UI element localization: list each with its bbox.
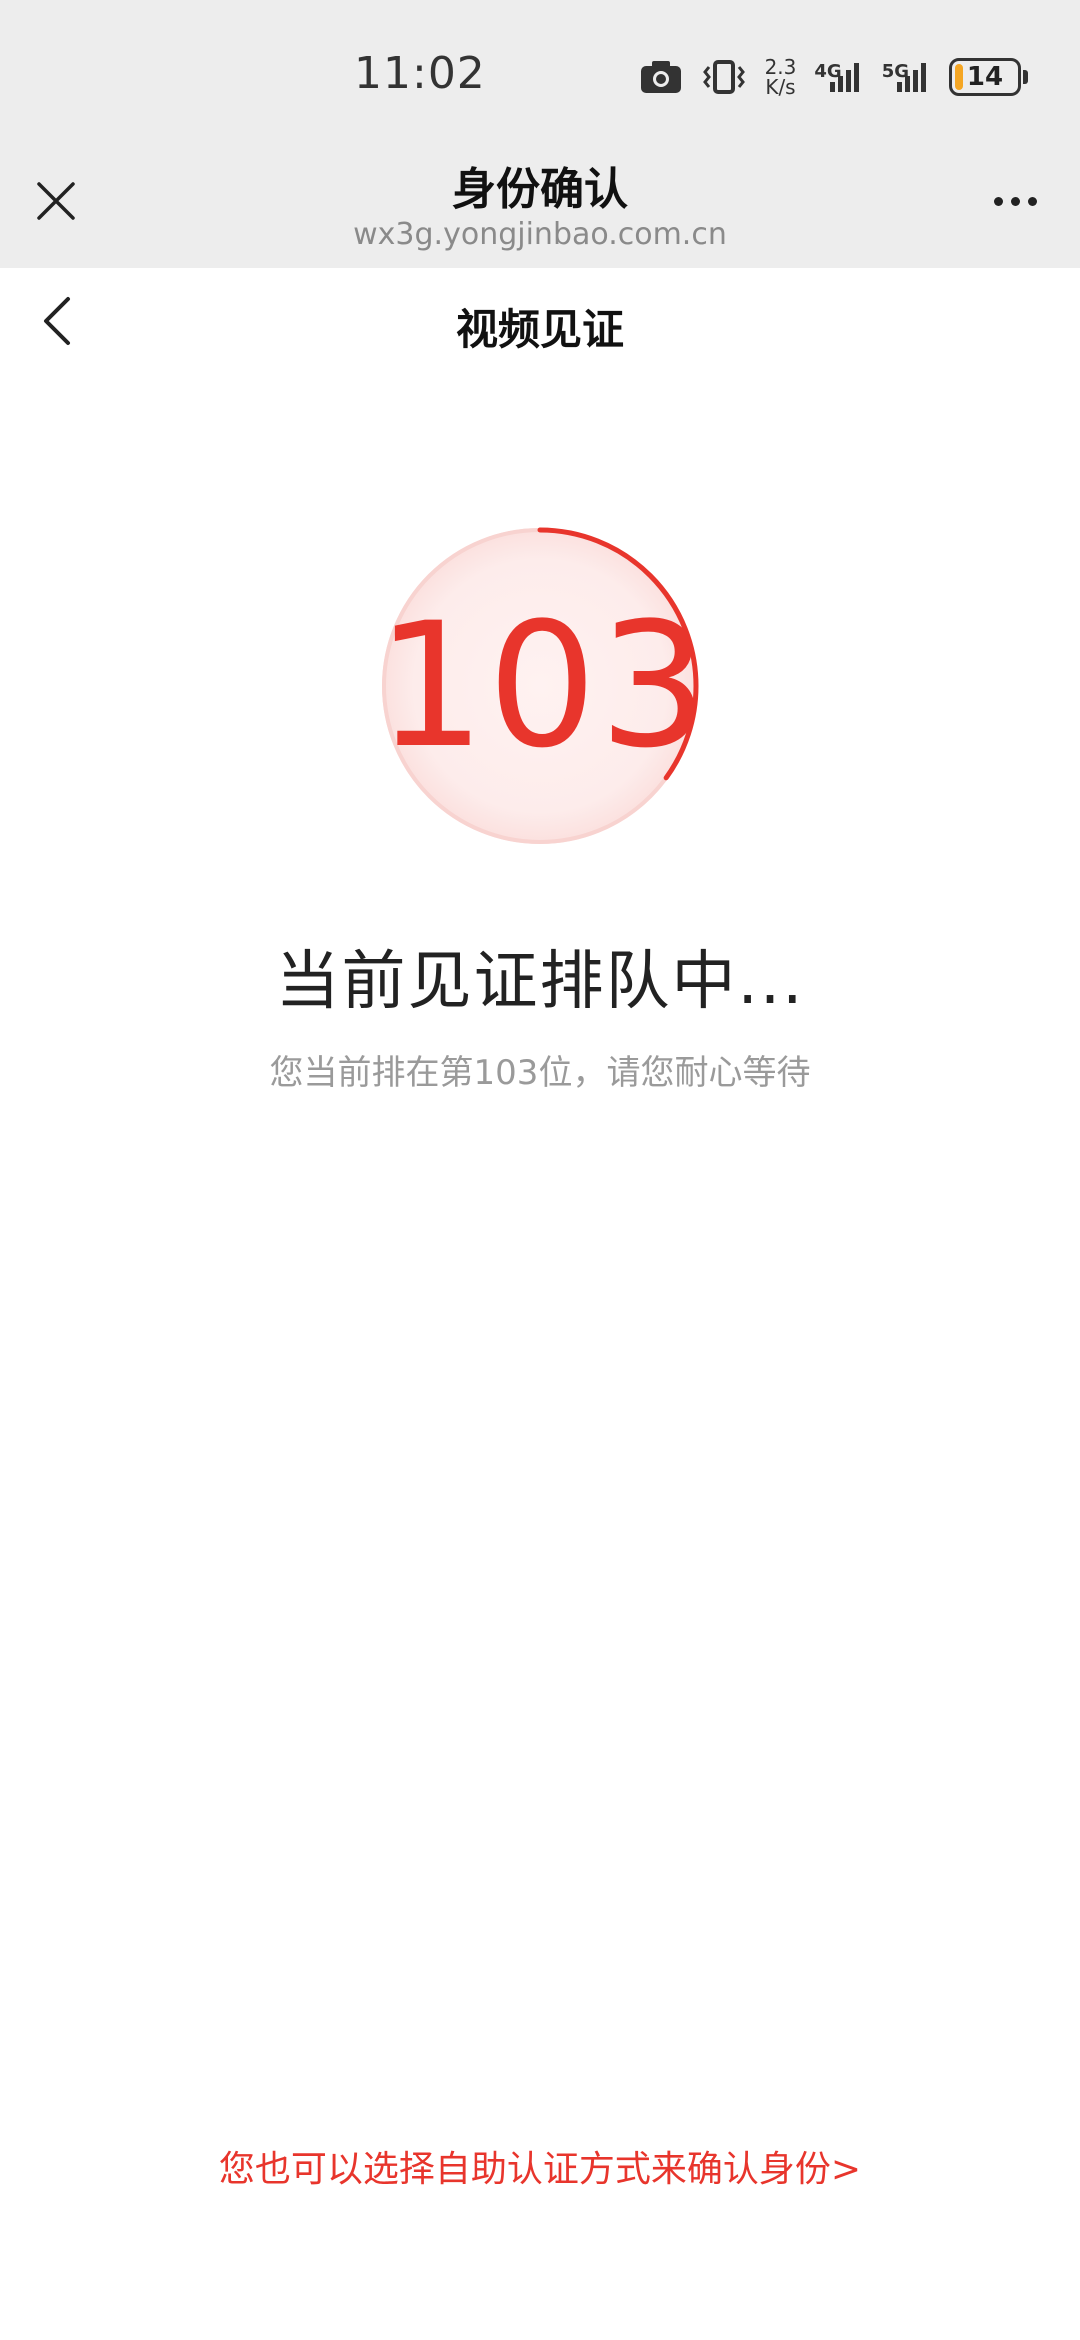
more-button[interactable] xyxy=(980,179,1050,223)
battery-icon: 14 xyxy=(949,58,1028,96)
status-time: 11:02 xyxy=(354,48,486,99)
queue-position-number: 103 xyxy=(376,585,711,786)
more-icon-dot xyxy=(1027,196,1037,206)
speed-unit: K/s xyxy=(765,75,796,99)
camera-icon xyxy=(639,59,683,95)
queue-status-text: 当前见证排队中... xyxy=(275,945,805,1019)
net-type-4g: 4G xyxy=(814,61,842,82)
browser-url: wx3g.yongjinbao.com.cn xyxy=(353,217,727,252)
queue-hint-text: 您当前排在第103位，请您耐心等待 xyxy=(269,1053,811,1093)
self-auth-link[interactable]: 您也可以选择自助认证方式来确认身份> xyxy=(0,2140,1080,2192)
page-nav: 视频见证 xyxy=(0,268,1080,380)
battery-level: 14 xyxy=(966,62,1004,92)
browser-header: 身份确认 wx3g.yongjinbao.com.cn xyxy=(0,135,1080,268)
vibrate-icon xyxy=(701,59,747,95)
queue-progress-ring: 103 xyxy=(376,522,711,850)
browser-title: 身份确认 xyxy=(452,164,628,215)
status-icons: 2.3 K/s 4G 5G 14 xyxy=(639,52,1028,102)
battery-cap xyxy=(1023,70,1028,84)
signal-4g: 4G xyxy=(814,60,863,94)
battery-body: 14 xyxy=(949,58,1021,96)
net-type-5g: 5G xyxy=(881,61,909,82)
more-icon-dot xyxy=(993,196,1003,206)
page-title: 视频见证 xyxy=(455,305,624,354)
more-icon-dot xyxy=(1010,196,1020,206)
battery-fill xyxy=(955,64,963,90)
network-speed: 2.3 K/s xyxy=(765,57,797,97)
status-bar: 11:02 2.3 K/s 4G 5G 14 xyxy=(0,0,1080,135)
signal-5g: 5G xyxy=(882,60,931,94)
speed-value: 2.3 xyxy=(764,55,797,79)
